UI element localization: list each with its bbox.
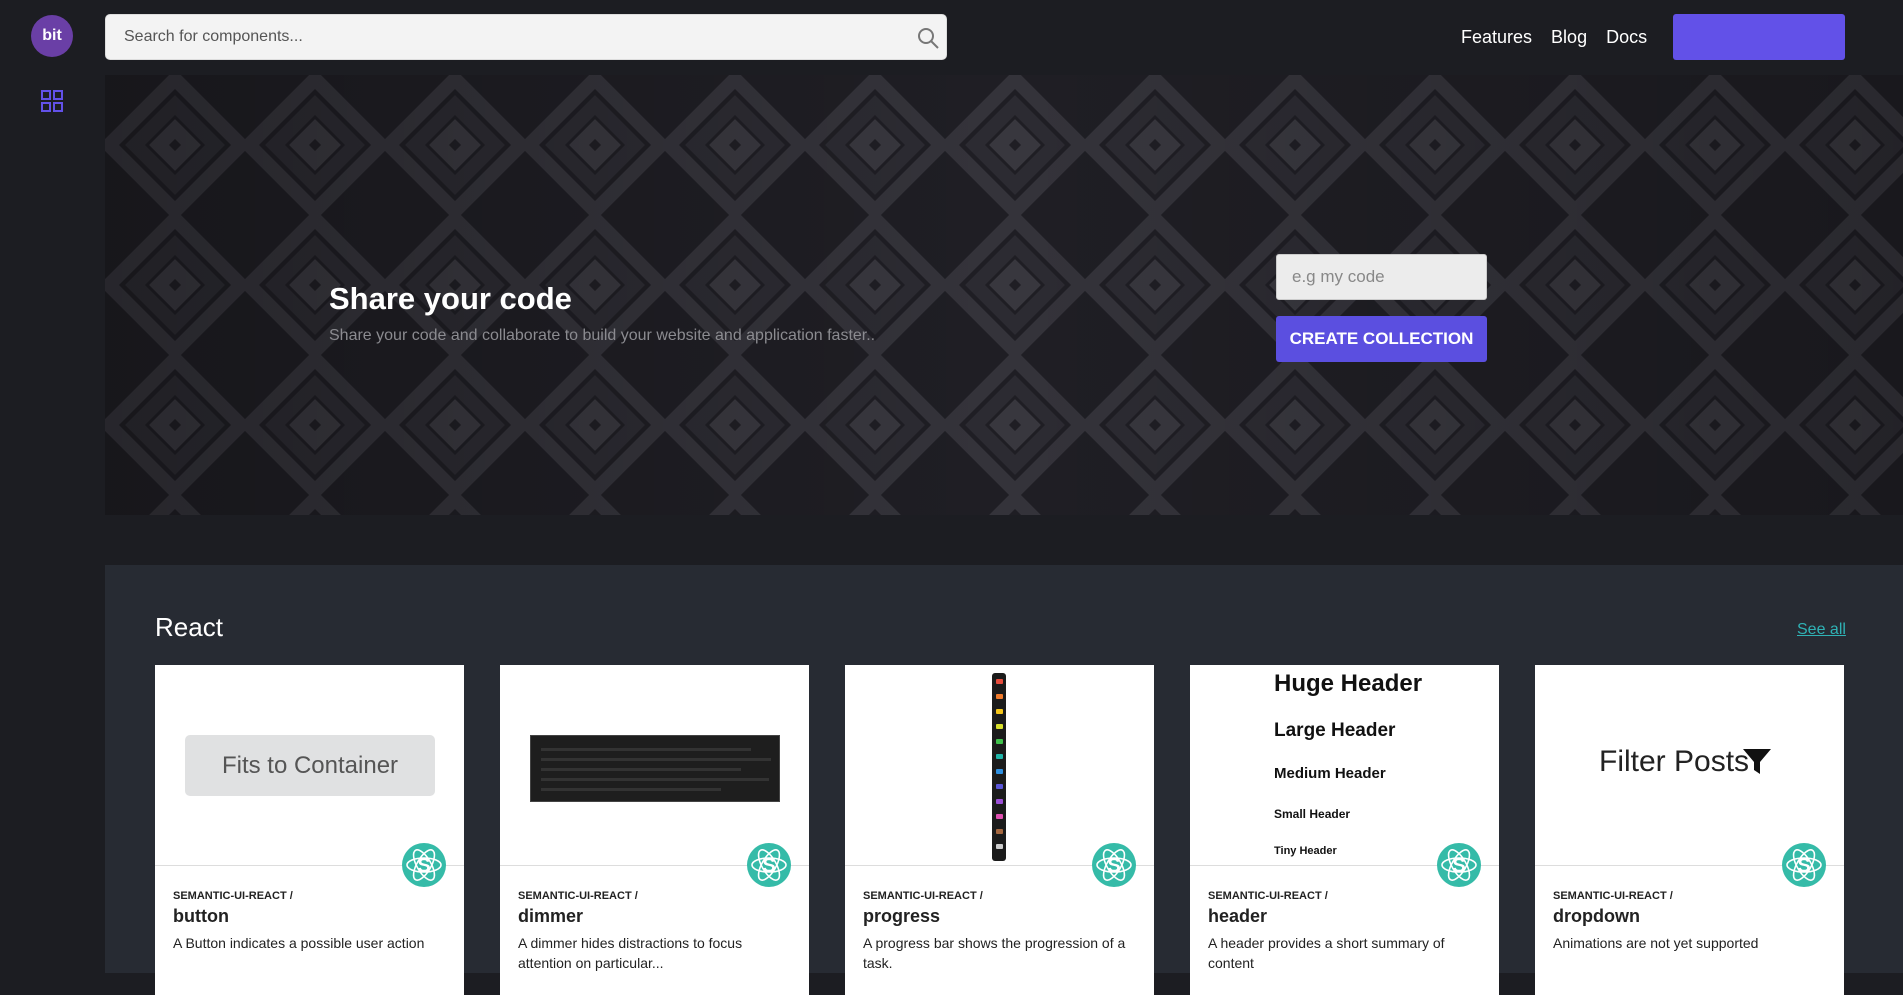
filter-icon (1743, 749, 1771, 774)
card-scope: SEMANTIC-UI-REACT / (173, 890, 293, 902)
component-card-dropdown[interactable]: Filter Posts S SEMANTIC-UI-REACT / dropd… (1535, 665, 1844, 995)
card-scope: SEMANTIC-UI-REACT / (518, 890, 638, 902)
card-preview: Filter Posts (1535, 665, 1844, 865)
card-preview: Huge Header Large Header Medium Header S… (1190, 665, 1499, 865)
preview-progress-bar (992, 673, 1006, 861)
dimmer-line (541, 768, 741, 771)
card-scope: SEMANTIC-UI-REACT / (1208, 890, 1328, 902)
progress-segment (996, 844, 1003, 849)
preview-medium-header: Medium Header (1274, 765, 1386, 782)
top-nav: Features Blog Docs (1461, 0, 1666, 75)
semantic-ui-icon: S (1782, 843, 1826, 887)
svg-text:S: S (1797, 855, 1810, 877)
bit-logo[interactable]: bit (31, 15, 73, 57)
progress-segment (996, 829, 1003, 834)
dimmer-line (541, 778, 769, 781)
component-card-button[interactable]: Fits to Container S SEMANTIC-UI-REACT / … (155, 665, 464, 995)
preview-huge-header: Huge Header (1274, 670, 1423, 697)
create-collection-button[interactable]: CREATE COLLECTION (1276, 316, 1487, 362)
section-title: React (155, 612, 223, 642)
preview-small-header: Small Header (1274, 807, 1351, 821)
card-scope: SEMANTIC-UI-REACT / (1553, 890, 1673, 902)
svg-text:S: S (762, 855, 775, 877)
preview-dimmer (530, 735, 780, 802)
svg-text:S: S (417, 855, 430, 877)
progress-segment (996, 739, 1003, 744)
nav-cta-button[interactable] (1673, 14, 1845, 60)
progress-segment (996, 799, 1003, 804)
card-preview: Fits to Container (155, 665, 464, 865)
preview-tiny-header: Tiny Header (1274, 845, 1337, 857)
progress-segment (996, 724, 1003, 729)
card-description: A header provides a short summary of con… (1208, 935, 1445, 971)
sidebar: bit (0, 0, 105, 973)
card-name[interactable]: progress (863, 906, 940, 927)
search-icon[interactable] (916, 26, 940, 50)
component-card-progress[interactable]: S SEMANTIC-UI-REACT / progress A progres… (845, 665, 1154, 995)
progress-segment (996, 814, 1003, 819)
progress-segment (996, 679, 1003, 684)
progress-segment (996, 754, 1003, 759)
preview-filter-label: Filter Posts (1599, 745, 1750, 778)
preview-large-header: Large Header (1274, 720, 1396, 741)
hero-banner: Share your code Share your code and coll… (105, 75, 1903, 515)
component-card-dimmer[interactable]: S SEMANTIC-UI-REACT / dimmer A dimmer hi… (500, 665, 809, 995)
card-name[interactable]: header (1208, 906, 1267, 927)
semantic-ui-icon: S (1437, 843, 1481, 887)
dimmer-line (541, 788, 721, 791)
card-name[interactable]: button (173, 906, 229, 927)
progress-segment (996, 769, 1003, 774)
svg-text:S: S (1452, 855, 1465, 877)
dimmer-line (541, 748, 751, 751)
progress-segment (996, 709, 1003, 714)
card-description: A Button indicates a possible user actio… (173, 935, 425, 951)
grid-icon[interactable] (41, 90, 63, 112)
component-card-header[interactable]: Huge Header Large Header Medium Header S… (1190, 665, 1499, 995)
card-description: Animations are not yet supported (1553, 935, 1759, 951)
card-name[interactable]: dimmer (518, 906, 583, 927)
nav-docs[interactable]: Docs (1606, 27, 1647, 48)
react-section: React See all Fits to Container S SEMANT… (105, 565, 1903, 995)
semantic-ui-icon: S (402, 843, 446, 887)
top-bar: Features Blog Docs (105, 0, 1903, 75)
dimmer-line (541, 758, 771, 761)
card-scope: SEMANTIC-UI-REACT / (863, 890, 983, 902)
hero-subtitle: Share your code and collaborate to build… (329, 327, 876, 344)
preview-fit-button: Fits to Container (185, 735, 435, 796)
hero-title: Share your code (329, 281, 572, 316)
nav-blog[interactable]: Blog (1551, 27, 1587, 48)
search-input[interactable] (106, 15, 946, 59)
svg-text:S: S (1107, 855, 1120, 877)
collection-name-input[interactable] (1276, 254, 1487, 300)
semantic-ui-icon: S (1092, 843, 1136, 887)
search-box (105, 14, 947, 60)
card-preview (845, 665, 1154, 865)
nav-features[interactable]: Features (1461, 27, 1532, 48)
semantic-ui-icon: S (747, 843, 791, 887)
card-description: A progress bar shows the progression of … (863, 935, 1126, 971)
card-name[interactable]: dropdown (1553, 906, 1640, 927)
card-preview (500, 665, 809, 865)
see-all-link[interactable]: See all (1797, 621, 1846, 639)
card-description: A dimmer hides distractions to focus att… (518, 935, 743, 971)
progress-segment (996, 784, 1003, 789)
progress-segment (996, 694, 1003, 699)
